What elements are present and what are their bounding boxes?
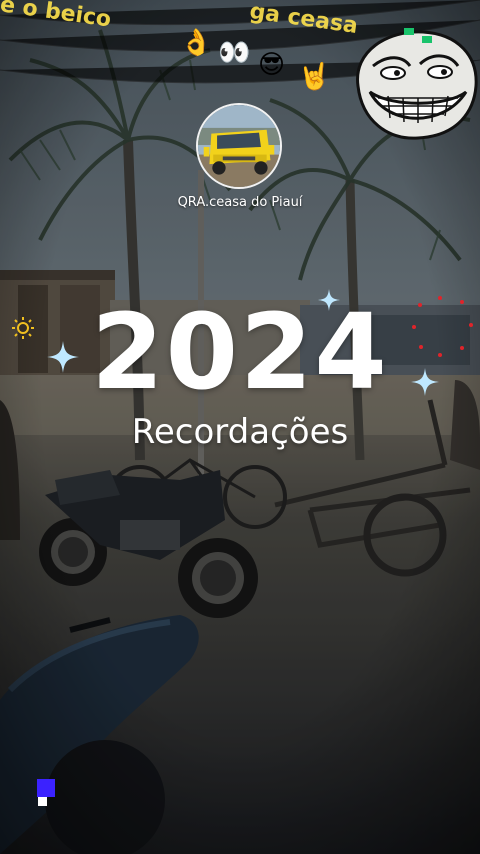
account-name[interactable]: QRA.ceasa do Piauí bbox=[120, 195, 360, 210]
trollface-icon bbox=[356, 28, 478, 140]
story-screen: e o beico ga ceasa 👌 👀 😎 🤘 QRA.ceasa do … bbox=[0, 0, 480, 854]
profile-avatar[interactable] bbox=[196, 103, 282, 189]
subtitle: Recordações bbox=[131, 412, 349, 452]
pixel-mark bbox=[37, 779, 55, 797]
pixel-mark-small bbox=[38, 797, 47, 806]
eyes-emoji-icon: 👀 bbox=[218, 38, 251, 68]
rock-hand-emoji-icon: 🤘 bbox=[298, 62, 331, 92]
caption-left: e o beico bbox=[0, 0, 113, 33]
truck-avatar-image bbox=[198, 105, 280, 187]
sunglasses-emoji-icon: 😎 bbox=[258, 50, 286, 80]
year-title: 2024 bbox=[91, 291, 389, 413]
ok-hand-emoji-icon: 👌 bbox=[180, 28, 213, 58]
